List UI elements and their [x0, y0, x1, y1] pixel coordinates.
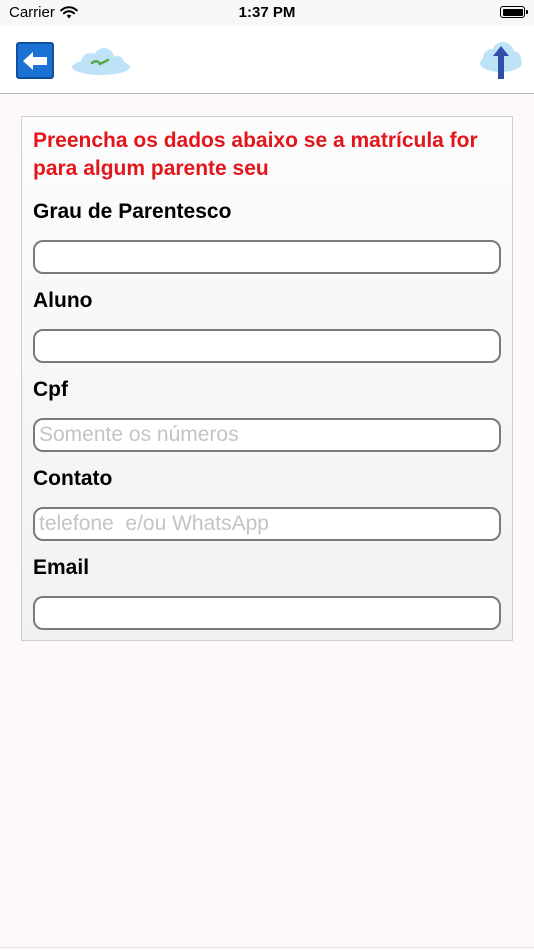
contato-input[interactable] — [33, 507, 501, 541]
cloud-logo-icon — [72, 48, 130, 75]
form-notice: Preencha os dados abaixo se a matrícula … — [33, 129, 478, 180]
bottom-divider — [0, 947, 534, 948]
status-bar: Carrier 1:37 PM — [0, 0, 534, 26]
battery-icon — [500, 6, 528, 18]
field-label-contato: Contato — [33, 467, 113, 490]
field-label-cpf: Cpf — [33, 378, 68, 401]
field-label-email: Email — [33, 556, 90, 579]
nav-bar — [0, 26, 534, 94]
field-label-aluno: Aluno — [33, 289, 93, 312]
relative-form-card: Preencha os dados abaixo se a matrícula … — [21, 116, 513, 641]
cpf-input[interactable] — [33, 418, 501, 452]
grau-parentesco-input[interactable] — [33, 240, 501, 274]
arrow-left-icon — [23, 51, 47, 70]
email-input[interactable] — [33, 596, 501, 630]
cloud-upload-icon[interactable] — [478, 40, 524, 80]
field-label-grau-parentesco: Grau de Parentesco — [33, 200, 232, 223]
status-time: 1:37 PM — [238, 4, 296, 21]
aluno-input[interactable] — [33, 329, 501, 363]
back-button[interactable] — [16, 42, 54, 79]
battery-level — [502, 8, 523, 16]
